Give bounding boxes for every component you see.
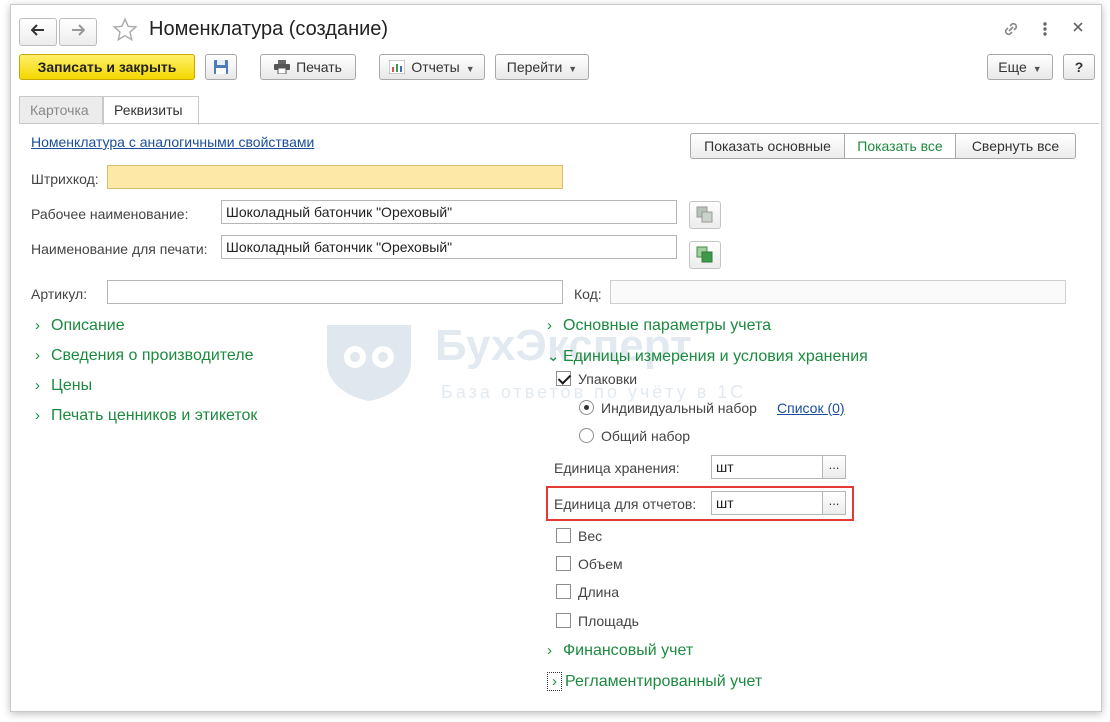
chevron-right-icon: › <box>35 377 40 394</box>
collapse-all-button[interactable]: Свернуть все <box>955 133 1076 159</box>
chevron-right-icon: › <box>35 317 40 334</box>
chevron-down-icon: ▼ <box>465 64 475 74</box>
area-label: Площадь <box>578 613 639 629</box>
reports-button[interactable]: Отчеты ▼ <box>379 54 485 80</box>
copy-green-icon <box>696 246 713 263</box>
group-units-storage-label: Единицы измерения и условия хранения <box>563 348 868 365</box>
save-and-close-button[interactable]: Записать и закрыть <box>19 54 195 80</box>
report-unit-label: Единица для отчетов: <box>554 496 697 512</box>
common-set-radio[interactable] <box>579 428 594 443</box>
tab-card[interactable]: Карточка <box>19 96 103 124</box>
more-vertical-icon[interactable] <box>1041 19 1049 39</box>
group-description-label: Описание <box>51 317 125 334</box>
working-name-input[interactable]: Шоколадный батончик "Ореховый" <box>221 200 677 224</box>
barcode-input[interactable] <box>107 165 563 189</box>
storage-unit-input[interactable]: шт <box>711 455 823 479</box>
individual-set-label: Индивидуальный набор <box>601 400 757 416</box>
similar-nomenclature-link[interactable]: Номенклатура с аналогичными свойствами <box>31 134 314 150</box>
printer-icon <box>274 60 291 75</box>
group-financial-label: Финансовый учет <box>563 642 694 659</box>
print-name-input[interactable]: Шоколадный батончик "Ореховый" <box>221 235 677 259</box>
area-checkbox[interactable] <box>556 613 571 628</box>
back-button[interactable] <box>19 18 57 46</box>
goto-label: Перейти <box>506 59 563 75</box>
group-manufacturer[interactable]: › Сведения о производителе <box>35 347 254 365</box>
storage-unit-select-button[interactable]: ... <box>822 455 846 479</box>
close-icon[interactable] <box>1071 20 1085 39</box>
group-prices-label: Цены <box>51 377 93 394</box>
more-label: Еще <box>998 59 1027 75</box>
chevron-down-icon: ▼ <box>1032 64 1042 74</box>
chevron-right-icon: › <box>547 672 562 691</box>
floppy-disk-icon <box>214 60 228 74</box>
report-chart-icon <box>388 59 406 75</box>
forward-button[interactable] <box>59 18 97 46</box>
group-price-tags-label: Печать ценников и этикеток <box>51 407 258 424</box>
length-checkbox[interactable] <box>556 584 571 599</box>
link-icon[interactable] <box>1001 19 1021 44</box>
save-button[interactable] <box>205 54 237 80</box>
code-input[interactable] <box>610 280 1066 304</box>
common-set-label: Общий набор <box>601 428 691 444</box>
copy-name-button[interactable] <box>689 201 721 229</box>
storage-unit-label: Единица хранения: <box>554 460 680 476</box>
barcode-label: Штрихкод: <box>31 171 99 187</box>
volume-checkbox[interactable] <box>556 556 571 571</box>
copy-icon <box>696 206 713 223</box>
chevron-right-icon: › <box>547 642 552 659</box>
chevron-right-icon: › <box>547 317 552 334</box>
arrow-left-icon <box>30 24 44 36</box>
goto-button[interactable]: Перейти ▼ <box>495 54 589 80</box>
show-all-button[interactable]: Показать все <box>844 133 956 159</box>
individual-set-radio[interactable] <box>579 400 594 415</box>
print-name-label: Наименование для печати: <box>31 241 208 257</box>
print-label: Печать <box>296 59 342 75</box>
print-button[interactable]: Печать <box>260 54 356 80</box>
arrow-right-icon <box>72 24 86 36</box>
packages-checkbox[interactable] <box>556 371 571 386</box>
volume-label: Объем <box>578 556 623 572</box>
watermark-logo <box>323 321 415 408</box>
more-button[interactable]: Еще ▼ <box>987 54 1053 80</box>
reports-label: Отчеты <box>411 59 460 75</box>
chevron-right-icon: › <box>35 407 40 424</box>
chevron-down-icon: ▼ <box>568 64 578 74</box>
tab-requisites[interactable]: Реквизиты <box>103 96 199 125</box>
group-regulated[interactable]: › Регламентированный учет <box>547 672 762 691</box>
weight-checkbox[interactable] <box>556 528 571 543</box>
group-accounting-params-label: Основные параметры учета <box>563 317 772 334</box>
report-unit-input[interactable]: шт <box>711 491 823 515</box>
group-price-tags[interactable]: › Печать ценников и этикеток <box>35 407 257 425</box>
group-financial[interactable]: › Финансовый учет <box>547 642 693 660</box>
chevron-right-icon: › <box>35 347 40 364</box>
working-name-label: Рабочее наименование: <box>31 206 189 222</box>
group-units-storage[interactable]: ⌄ Единицы измерения и условия хранения <box>547 347 868 366</box>
packages-label: Упаковки <box>578 371 638 387</box>
favorite-star-icon[interactable] <box>111 17 139 48</box>
group-manufacturer-label: Сведения о производителе <box>51 347 254 364</box>
show-main-button[interactable]: Показать основные <box>690 133 845 159</box>
window-title: Номенклатура (создание) <box>149 18 389 40</box>
code-label: Код: <box>574 286 602 302</box>
group-regulated-label: Регламентированный учет <box>565 673 763 690</box>
group-description[interactable]: › Описание <box>35 317 125 335</box>
help-button[interactable]: ? <box>1063 54 1095 80</box>
group-prices[interactable]: › Цены <box>35 377 92 395</box>
article-input[interactable] <box>107 280 563 304</box>
length-label: Длина <box>578 584 619 600</box>
package-list-link[interactable]: Список (0) <box>777 400 845 416</box>
form-window: Номенклатура (создание) Записать и закры… <box>10 4 1102 712</box>
copy-print-name-button[interactable] <box>689 241 721 269</box>
group-accounting-params[interactable]: › Основные параметры учета <box>547 317 771 335</box>
chevron-down-icon: ⌄ <box>547 348 560 365</box>
article-label: Артикул: <box>31 286 88 302</box>
weight-label: Вес <box>578 528 603 544</box>
report-unit-select-button[interactable]: ... <box>822 491 846 515</box>
